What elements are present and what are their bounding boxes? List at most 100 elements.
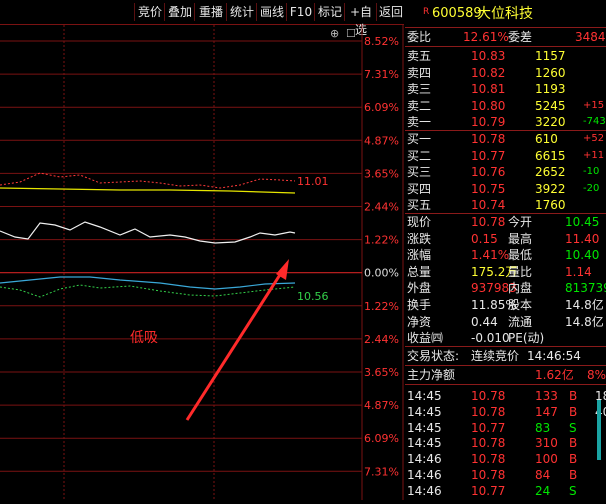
stat-value: 0.15 <box>471 231 498 246</box>
level-price: 10.81 <box>471 82 506 97</box>
level-price: 10.82 <box>471 65 506 80</box>
toolbar-button-8[interactable]: 返回 <box>376 3 405 21</box>
tick-volume: 84 <box>535 468 551 482</box>
ask-row: 卖二 10.80 5245 +15 <box>405 98 606 114</box>
main-net-row: 主力净额 1.62亿 8% <box>407 368 606 382</box>
intraday-chart[interactable]: 8.52% 7.31% 6.09% 4.87% 3.65% 2.44% 1.22% 0.00%… <box>0 25 404 500</box>
scale-label: 8.52% <box>364 35 399 48</box>
stat-value: 0.44 <box>471 314 498 329</box>
stat-label: 总量 <box>407 264 432 279</box>
bid-row: 买一 10.78 610 +52 <box>405 131 606 147</box>
scale-label: 4.87% <box>364 134 399 147</box>
stat-label: 股本 <box>508 298 533 312</box>
stat-row: 换手 11.85% 股本 14.8亿 <box>405 297 606 313</box>
tick-volume: 133 <box>535 389 558 403</box>
tick-side: B <box>569 452 578 467</box>
scale-label: 3.65% <box>364 366 399 379</box>
ask-row: 卖三 10.81 1193 <box>405 81 606 97</box>
scale-label: 6.09% <box>364 101 399 114</box>
toolbar-button-0[interactable]: 竞价 <box>134 3 165 21</box>
level-price: 10.75 <box>471 181 506 196</box>
stat-value: 813739 <box>565 281 606 296</box>
level-change: -10 <box>583 166 600 178</box>
scale-label: 1.22% <box>364 300 399 313</box>
scale-label: 2.44% <box>364 333 399 346</box>
level-volume: 1260 <box>535 65 566 80</box>
scale-label: 7.31% <box>364 68 399 81</box>
tick-time: 14:46 <box>407 483 442 498</box>
tick-time: 14:45 <box>407 404 442 419</box>
stock-header: R 600589 大位科技 <box>405 6 606 26</box>
level-price: 10.80 <box>471 98 506 113</box>
level-label: 卖二 <box>407 98 432 113</box>
ask-row: 卖四 10.82 1260 <box>405 65 606 81</box>
stat-label: 涨幅 <box>407 248 432 263</box>
stat-label: 涨跌 <box>407 231 432 246</box>
tick-volume: 147 <box>535 404 558 419</box>
price-label-high: 11.01 <box>297 175 329 188</box>
toolbar-button-1[interactable]: 叠加 <box>164 3 195 21</box>
stock-name: 大位科技 <box>477 6 533 22</box>
level-price: 10.77 <box>471 148 506 163</box>
tick-volume: 83 <box>535 420 551 435</box>
tick-time: 14:46 <box>407 468 442 482</box>
stat-label: 净资 <box>407 314 432 329</box>
level-price: 10.76 <box>471 165 506 180</box>
tick-row: 14:46 10.78 84 B <box>405 467 606 483</box>
level-volume: 3220 <box>535 115 566 130</box>
annotation-text: 低吸 <box>130 330 158 346</box>
tick-row: 14:45 10.77 83 S <box>405 420 606 436</box>
trade-status-row: 交易状态: 连续竞价 14:46:54 <box>407 349 581 363</box>
scale-label: 6.09% <box>364 432 399 445</box>
stat-label: 内盘 <box>508 281 533 296</box>
stat-label: 流通 <box>508 314 533 329</box>
toolbar-button-6[interactable]: 标记 <box>314 3 345 21</box>
level-change: -743 <box>583 116 606 128</box>
stat-label: PE(动) <box>508 331 545 346</box>
toolbar-button-2[interactable]: 重播 <box>194 3 227 21</box>
tick-price: 10.77 <box>471 420 506 435</box>
level-label: 卖三 <box>407 82 432 97</box>
level-label: 卖五 <box>407 49 432 63</box>
tick-row: 14:4510.78133B18 <box>405 388 606 404</box>
stat-value: -0.010 <box>471 331 510 346</box>
tick-price: 10.78 <box>471 468 506 482</box>
scale-label: 0.00% <box>364 267 399 280</box>
level-volume: 1157 <box>535 49 566 63</box>
toolbar-button-3[interactable]: 统计 <box>226 3 257 21</box>
toolbar-button-4[interactable]: 画线 <box>256 3 287 21</box>
chart-zoom-icon[interactable]: ⊕ <box>330 27 339 40</box>
level-volume: 3922 <box>535 181 566 196</box>
level-volume: 1760 <box>535 198 566 213</box>
level-label: 买一 <box>407 132 432 146</box>
stat-value: 1.14 <box>565 264 592 279</box>
tick-volume: 310 <box>535 436 558 451</box>
level-label: 买五 <box>407 198 432 213</box>
level-label: 卖四 <box>407 65 432 80</box>
ask-row: 卖五 10.83 1157 <box>405 48 606 64</box>
chart-window-icon[interactable]: ☐ <box>346 27 356 40</box>
tick-row: 14:45 10.78 310 B <box>405 435 606 451</box>
stat-value: 14.8亿 <box>565 314 604 329</box>
stat-row: 净资 0.44 流通 14.8亿 <box>405 314 606 330</box>
toolbar-button-7[interactable]: +自选 <box>344 3 377 37</box>
level-change: +52 <box>583 133 605 144</box>
level-label: 买三 <box>407 165 432 180</box>
stat-label: 今开 <box>508 215 533 229</box>
tick-time: 14:45 <box>407 389 442 403</box>
stat-label: 量比 <box>508 264 533 279</box>
lower-index-line <box>0 284 296 298</box>
stat-label: 最高 <box>508 231 533 246</box>
tick-side: S <box>569 420 577 435</box>
tick-side: B <box>569 468 578 482</box>
upper-index-line <box>0 172 296 189</box>
tick-scrollbar[interactable] <box>597 400 601 460</box>
bid-row: 买二 10.77 6615 +11 <box>405 148 606 164</box>
toolbar-button-5[interactable]: F10 <box>286 3 315 21</box>
stat-row: 外盘937983内盘813739 <box>405 280 606 296</box>
scale-label: 3.65% <box>364 167 399 180</box>
tick-row: 14:46 10.77 24 S <box>405 483 606 499</box>
tick-volume: 100 <box>535 452 558 467</box>
level-price: 10.78 <box>471 132 506 146</box>
market-tag: R <box>423 7 430 17</box>
